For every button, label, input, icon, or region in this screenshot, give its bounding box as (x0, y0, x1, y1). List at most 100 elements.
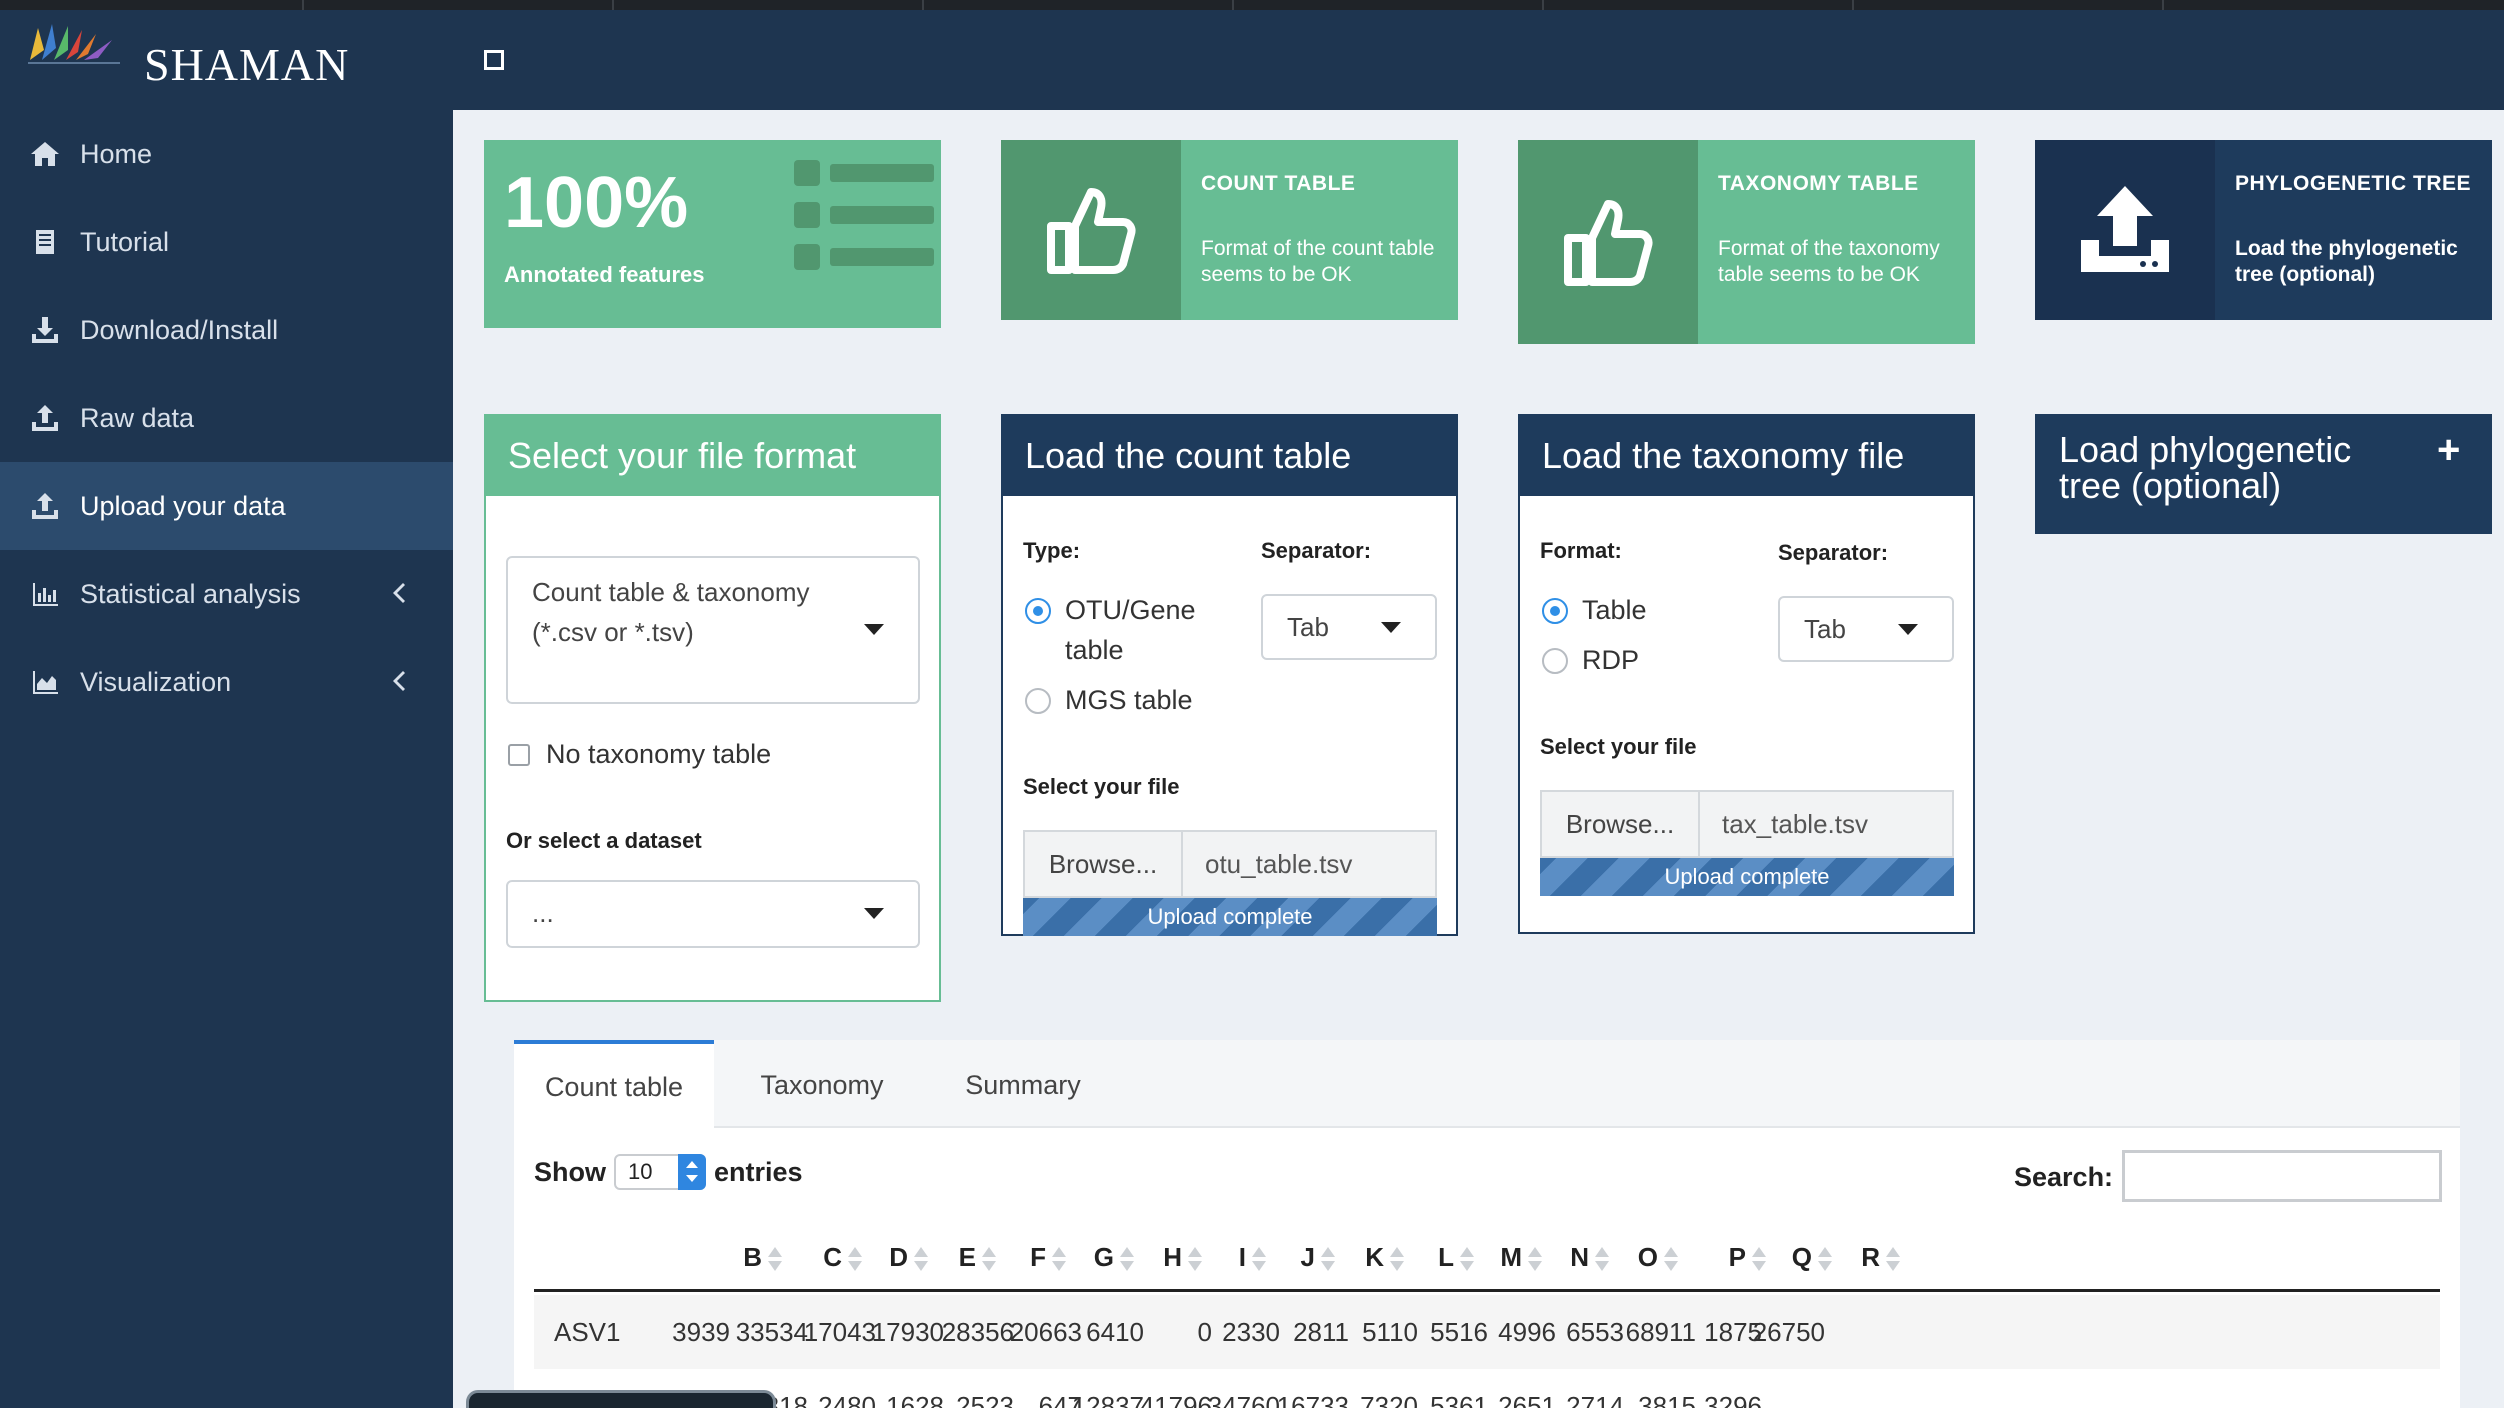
taxonomy-panel: Load the taxonomy file Format: Separator… (1518, 414, 1975, 934)
table-cell: 4996 (1498, 1317, 1556, 1347)
column-header[interactable]: I (1239, 1242, 1266, 1273)
column-header[interactable]: B (743, 1242, 782, 1273)
sidebar-item-visualization[interactable]: Visualization (0, 638, 453, 726)
select-file-label: Select your file (1023, 774, 1180, 799)
column-header[interactable]: Q (1792, 1242, 1832, 1273)
top-header: SHAMAN (0, 10, 2504, 110)
dataset-select[interactable]: ... (506, 880, 920, 948)
table-cell: 2651 (1498, 1391, 1556, 1408)
table-cell: 3815 (1638, 1391, 1696, 1408)
column-header[interactable]: P (1729, 1242, 1766, 1273)
sidebar-item-upload-your-data[interactable]: Upload your data (0, 462, 453, 550)
caret-down-icon (864, 624, 884, 635)
table-cell: 41796 (1139, 1391, 1212, 1408)
table-cell: 68911 (1625, 1317, 1696, 1347)
search-input[interactable] (2122, 1150, 2442, 1202)
count-file-name: otu_table.tsv (1183, 832, 1435, 896)
column-header[interactable]: L (1438, 1242, 1474, 1273)
sidebar-item-label: Statistical analysis (80, 578, 301, 609)
sort-icon (1886, 1245, 1900, 1273)
tab-taxonomy[interactable]: Taxonomy (714, 1040, 930, 1130)
entries-label: entries (714, 1156, 803, 1187)
no-taxonomy-label: No taxonomy table (546, 739, 772, 769)
file-format-select[interactable]: Count table & taxonomy (*.csv or *.tsv) (506, 556, 920, 704)
count-file-input[interactable]: Browse... otu_table.tsv (1023, 830, 1437, 898)
column-header-label: P (1728, 1242, 1746, 1272)
file-format-select-value: Count table & taxonomy (*.csv or *.tsv) (532, 577, 810, 647)
column-header-label: L (1438, 1242, 1454, 1272)
table-cell: 6553 (1566, 1317, 1624, 1347)
column-header-label: J (1300, 1242, 1315, 1272)
dataset-label: Or select a dataset (506, 828, 702, 853)
download-icon (28, 313, 62, 347)
mgs-table-label: MGS table (1065, 685, 1193, 715)
sidebar-item-raw-data[interactable]: Raw data (0, 374, 453, 462)
entries-select[interactable]: 10 (614, 1154, 706, 1190)
mgs-table-radio[interactable] (1025, 688, 1051, 714)
column-header-label: H (1163, 1242, 1182, 1272)
sort-icon (1752, 1245, 1766, 1273)
logo[interactable]: SHAMAN (0, 10, 453, 110)
sidebar-item-label: Home (80, 138, 153, 169)
phylo-tree-panel[interactable]: Load phylogenetic tree (optional) + (2035, 414, 2492, 534)
taxonomy-file-input[interactable]: Browse... tax_table.tsv (1540, 790, 1954, 858)
count-table-status-title: COUNT TABLE (1201, 172, 1356, 195)
column-header[interactable]: M (1500, 1242, 1542, 1273)
column-header[interactable]: R (1861, 1242, 1900, 1273)
column-header[interactable]: N (1570, 1242, 1609, 1273)
no-taxonomy-checkbox[interactable] (508, 744, 530, 766)
sort-icon (1528, 1245, 1542, 1273)
browse-button[interactable]: Browse... (1542, 792, 1700, 856)
table-format-radio[interactable] (1542, 598, 1568, 624)
sidebar-item-statistical-analysis[interactable]: Statistical analysis (0, 550, 453, 638)
thumbs-up-icon (1001, 140, 1181, 320)
annotated-label: Annotated features (504, 262, 705, 287)
column-header[interactable]: K (1365, 1242, 1404, 1273)
table-cell: 5110 (1362, 1317, 1418, 1347)
count-table-panel: Load the count table Type: Separator: OT… (1001, 414, 1458, 936)
sidebar-item-label: Tutorial (80, 226, 170, 257)
table-cell: 20663 (1009, 1317, 1082, 1347)
entries-length-control: Show 10 entries (534, 1154, 803, 1190)
upload-icon (2035, 140, 2215, 320)
column-header[interactable]: H (1163, 1242, 1202, 1273)
tab-summary[interactable]: Summary (930, 1040, 1116, 1130)
sort-icon (1595, 1245, 1609, 1273)
tab-count-table[interactable]: Count table (514, 1040, 714, 1130)
expand-plus-icon[interactable]: + (2437, 428, 2460, 473)
sidebar-item-label: Raw data (80, 402, 195, 433)
table-row[interactable]: 1879181824801628252364712837417963476016… (534, 1369, 2440, 1408)
otu-gene-table-radio[interactable] (1025, 598, 1051, 624)
column-header[interactable]: E (959, 1242, 996, 1273)
sidebar-item-download-install[interactable]: Download/Install (0, 286, 453, 374)
table-cell: 2523 (956, 1391, 1014, 1408)
search-label: Search: (2014, 1162, 2114, 1192)
browse-button[interactable]: Browse... (1025, 832, 1183, 896)
sidebar-item-home[interactable]: Home (0, 110, 453, 198)
table-cell: 2480 (818, 1391, 876, 1408)
column-header-label: D (889, 1242, 908, 1272)
table-cell: 1628 (886, 1391, 944, 1408)
column-header-label: Q (1791, 1242, 1812, 1272)
taxonomy-separator-select[interactable]: Tab (1778, 596, 1954, 662)
sidebar-item-tutorial[interactable]: Tutorial (0, 198, 453, 286)
column-header[interactable]: D (889, 1242, 928, 1273)
sidebar-toggle-button[interactable] (484, 50, 504, 70)
column-header[interactable]: C (823, 1242, 862, 1273)
rdp-format-radio[interactable] (1542, 648, 1568, 674)
table-cell: 6410 (1086, 1317, 1144, 1347)
column-header[interactable]: G (1094, 1242, 1134, 1273)
column-header-label: O (1637, 1242, 1658, 1272)
show-label: Show (534, 1156, 606, 1187)
table-cell: 17043 (803, 1317, 876, 1347)
taxonomy-separator-value: Tab (1804, 614, 1846, 644)
table-row[interactable]: ASV1 3939 33534 17043 17930 28356 20663 6410 0 23… (534, 1295, 2440, 1369)
browser-top-strip (0, 0, 2504, 10)
floating-panel-tab[interactable] (466, 1390, 776, 1408)
column-header[interactable]: O (1638, 1242, 1678, 1273)
column-header-label: F (1030, 1242, 1046, 1272)
table-cell: 5516 (1430, 1317, 1488, 1347)
column-header[interactable]: J (1301, 1242, 1335, 1273)
column-header[interactable]: F (1030, 1242, 1066, 1273)
count-separator-select[interactable]: Tab (1261, 594, 1437, 660)
